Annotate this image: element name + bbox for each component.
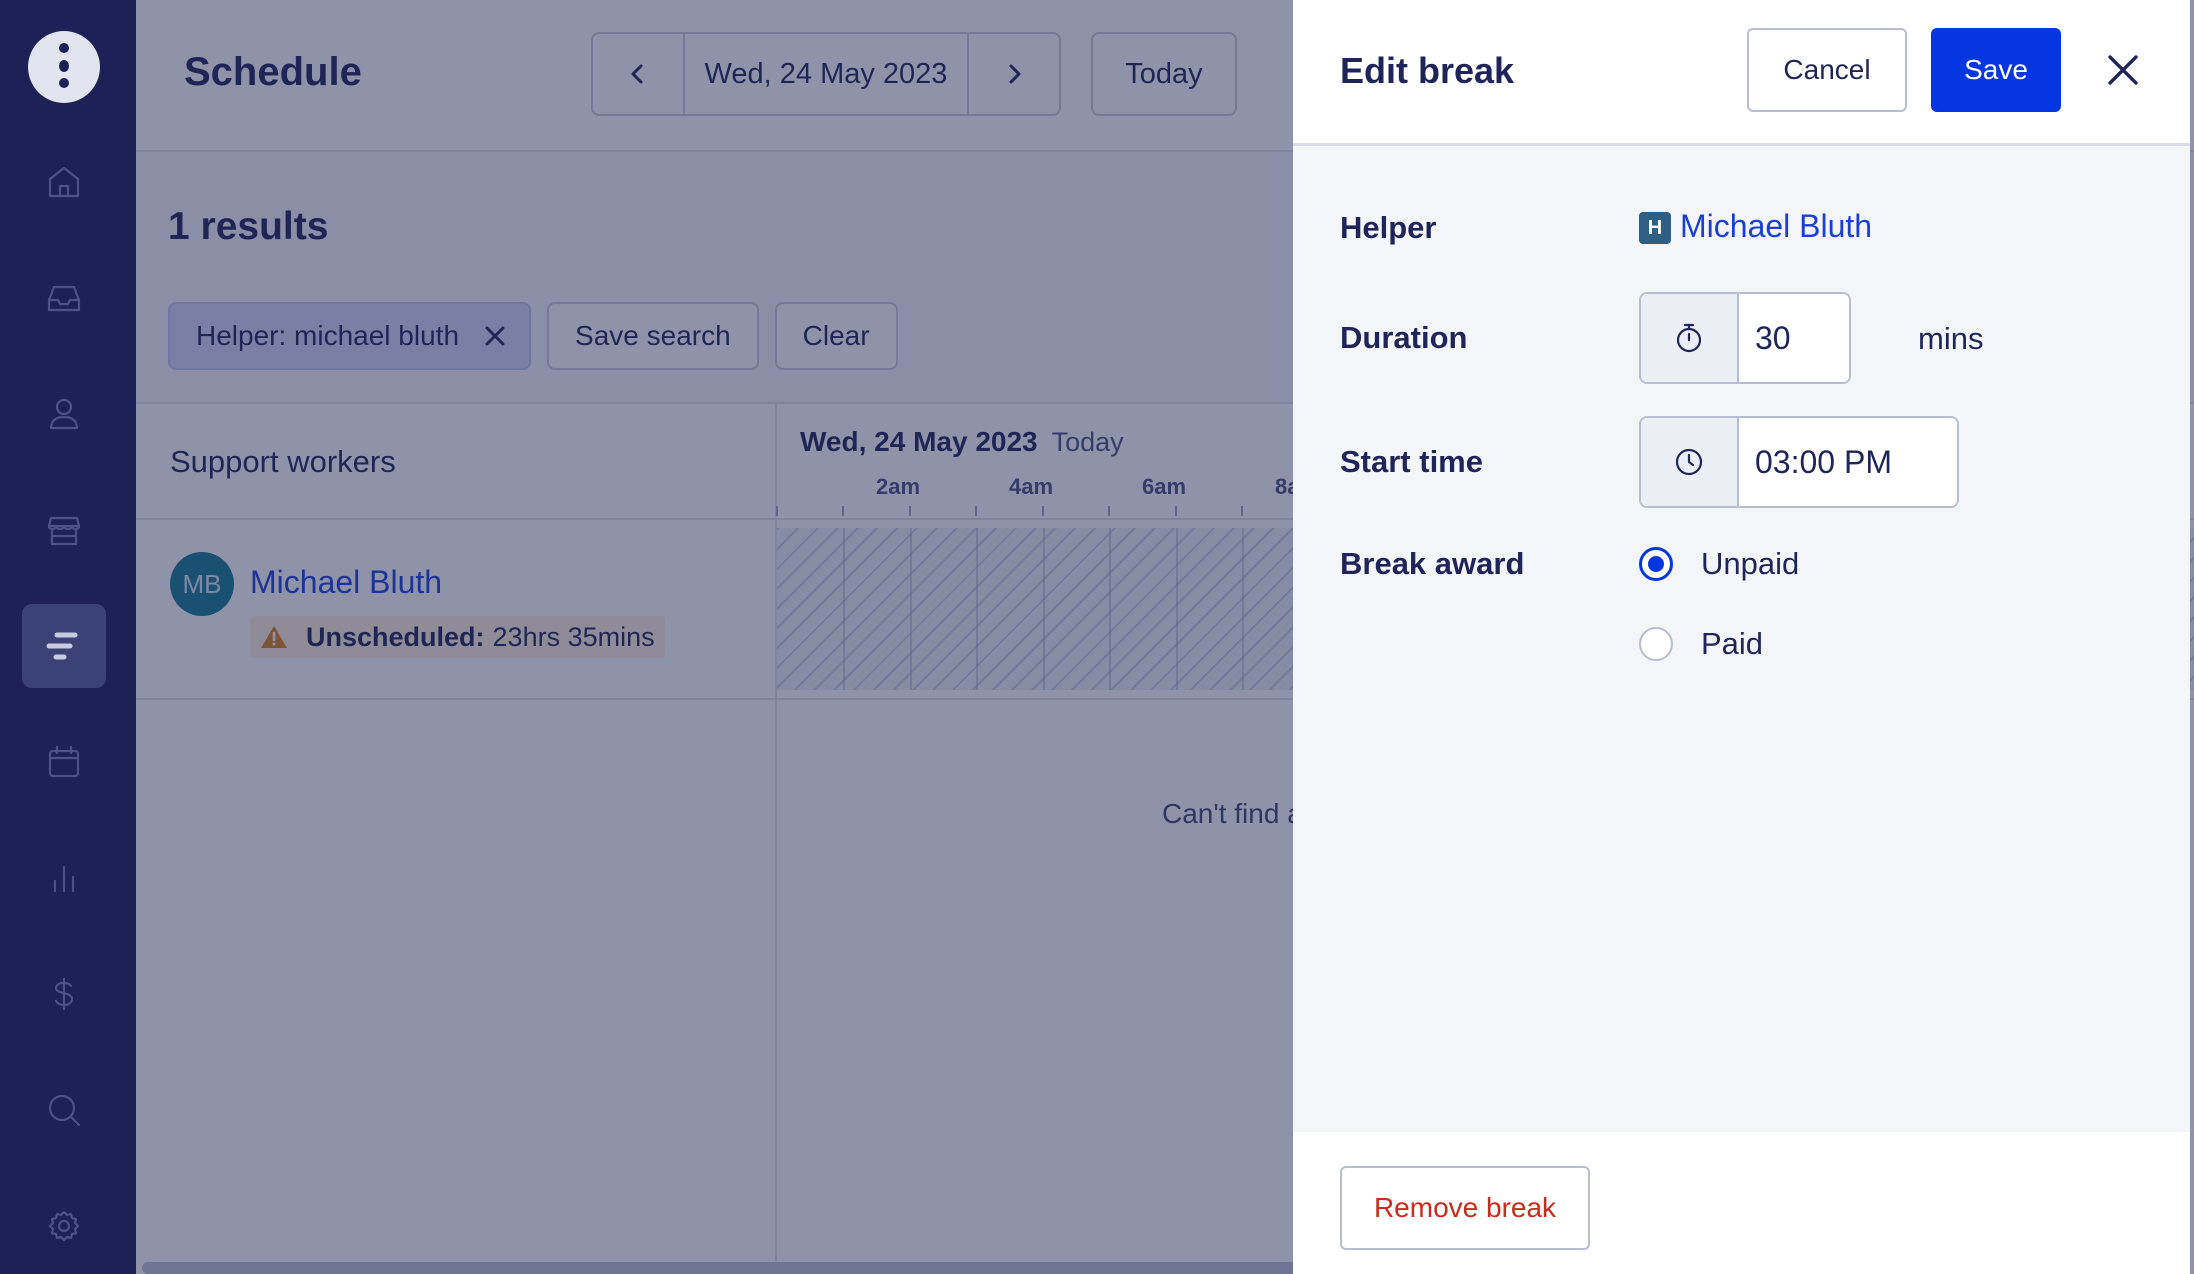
cancel-button[interactable]: Cancel xyxy=(1747,28,1907,112)
paid-radio-label[interactable]: Paid xyxy=(1701,626,1763,662)
schedule-icon xyxy=(46,632,78,660)
duration-input-group xyxy=(1639,292,1851,384)
sidebar xyxy=(0,0,136,1274)
panel-title: Edit break xyxy=(1340,50,1515,91)
remove-break-button[interactable]: Remove break xyxy=(1340,1166,1590,1250)
unpaid-radio[interactable] xyxy=(1639,547,1673,581)
close-icon xyxy=(2108,55,2138,85)
duration-unit: mins xyxy=(1918,321,1984,356)
home-icon xyxy=(48,166,80,198)
dollar-icon xyxy=(54,977,74,1011)
edit-break-panel: Edit break Cancel Save Helper H Michael … xyxy=(1293,0,2190,1274)
sidebar-item-reports[interactable] xyxy=(22,836,106,920)
sidebar-item-search[interactable] xyxy=(22,1068,106,1152)
start-time-input-group xyxy=(1639,416,1959,508)
sidebar-item-inbox[interactable] xyxy=(22,256,106,340)
inbox-icon xyxy=(47,285,81,312)
break-award-option-paid[interactable]: Paid xyxy=(1639,626,1763,662)
store-icon xyxy=(47,516,81,546)
sidebar-item-billing[interactable] xyxy=(22,952,106,1036)
sidebar-item-calendar[interactable] xyxy=(22,720,106,804)
helper-label: Helper xyxy=(1340,210,1437,245)
start-time-label: Start time xyxy=(1340,444,1483,479)
start-time-addon xyxy=(1641,418,1739,506)
sidebar-item-home[interactable] xyxy=(22,140,106,224)
gear-icon xyxy=(48,1210,80,1242)
panel-header: Edit break Cancel Save xyxy=(1293,0,2190,146)
break-award-label: Break award xyxy=(1340,546,1525,581)
break-award-option-unpaid[interactable]: Unpaid xyxy=(1639,546,1799,582)
person-icon xyxy=(49,398,79,430)
duration-label: Duration xyxy=(1340,320,1468,355)
start-time-input[interactable] xyxy=(1739,418,1957,506)
search-icon xyxy=(48,1094,81,1127)
helper-type-badge: H xyxy=(1639,212,1671,244)
sidebar-item-people[interactable] xyxy=(22,372,106,456)
calendar-icon xyxy=(48,745,80,778)
helper-name-link[interactable]: Michael Bluth xyxy=(1680,208,1872,245)
clock-icon xyxy=(1675,448,1703,476)
stopwatch-icon xyxy=(1676,323,1702,353)
panel-footer: Remove break xyxy=(1293,1132,2190,1274)
sidebar-item-schedule[interactable] xyxy=(22,604,106,688)
sidebar-item-store[interactable] xyxy=(22,488,106,572)
paid-radio[interactable] xyxy=(1639,627,1673,661)
bar-chart-icon xyxy=(53,865,75,893)
duration-addon xyxy=(1641,294,1739,382)
unpaid-radio-label[interactable]: Unpaid xyxy=(1701,546,1799,582)
save-button[interactable]: Save xyxy=(1931,28,2061,112)
sidebar-item-settings[interactable] xyxy=(22,1184,106,1268)
app-logo[interactable] xyxy=(28,31,100,103)
duration-input[interactable] xyxy=(1739,294,1849,382)
close-panel-button[interactable] xyxy=(2093,40,2153,100)
